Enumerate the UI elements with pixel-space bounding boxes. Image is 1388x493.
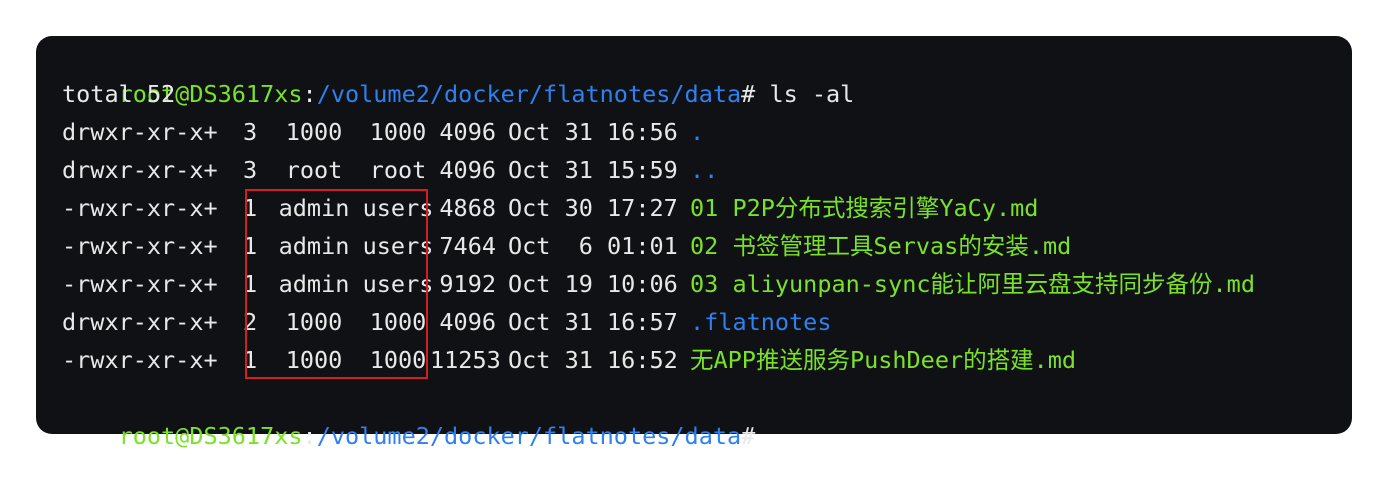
- command-text: ls -al: [755, 80, 855, 108]
- prompt-symbol: #: [741, 422, 756, 450]
- row-name: .flatnotes: [690, 308, 832, 336]
- row-date: Oct 31 16:56: [508, 118, 678, 146]
- row-perms: drwxr-xr-x+: [62, 308, 218, 336]
- row-size: 4096: [439, 308, 496, 336]
- row-perms: -rwxr-xr-x+: [62, 270, 218, 298]
- row-links: 3: [243, 156, 258, 184]
- prompt-path: /volume2/docker/flatnotes/data: [316, 422, 742, 450]
- row-name: 01 P2P分布式搜索引擎YaCy.md: [690, 194, 1039, 222]
- prompt-line-idle[interactable]: root@DS3617xs:/volume2/docker/flatnotes/…: [62, 379, 756, 450]
- row-perms: drwxr-xr-x+: [62, 156, 218, 184]
- row-date: Oct 19 10:06: [508, 270, 678, 298]
- total-line: total 52: [62, 80, 176, 108]
- row-size: 7464: [439, 232, 496, 260]
- prompt-user-host: root@DS3617xs: [118, 422, 303, 450]
- row-name: 无APP推送服务PushDeer的搭建.md: [690, 346, 1077, 374]
- row-size: 11253: [430, 346, 501, 374]
- row-name: ..: [690, 156, 719, 184]
- row-size: 9192: [439, 270, 496, 298]
- row-date: Oct 31 16:57: [508, 308, 678, 336]
- prompt-path: /volume2/docker/flatnotes/data: [316, 80, 742, 108]
- listing-row: drwxr-xr-x+ 3 1000 1000 4096 Oct 31 16:56.: [62, 113, 1332, 151]
- listing-row: drwxr-xr-x+ 3 root root 4096 Oct 31 15:59..: [62, 151, 1332, 189]
- row-perms: -rwxr-xr-x+: [62, 346, 218, 374]
- row-name: .: [690, 118, 705, 146]
- row-perms: -rwxr-xr-x+: [62, 232, 218, 260]
- owner-group-highlight-box: [245, 189, 428, 379]
- row-size: 4096: [439, 156, 496, 184]
- row-size: 4096: [439, 118, 496, 146]
- row-perms: drwxr-xr-x+: [62, 118, 218, 146]
- prompt-line-command: root@DS3617xs:/volume2/docker/flatnotes/…: [62, 37, 855, 108]
- row-perms: -rwxr-xr-x+: [62, 194, 218, 222]
- row-group: root: [369, 156, 427, 184]
- row-date: Oct 6 01:01: [508, 232, 678, 260]
- row-name: 02 书签管理工具Servas的安装.md: [690, 232, 1072, 260]
- row-size: 4868: [439, 194, 496, 222]
- row-group: 1000: [369, 118, 427, 146]
- terminal-window[interactable]: root@DS3617xs:/volume2/docker/flatnotes/…: [36, 36, 1352, 450]
- row-date: Oct 31 15:59: [508, 156, 678, 184]
- row-name: 03 aliyunpan-sync能让阿里云盘支持同步备份.md: [690, 270, 1255, 298]
- prompt-separator: :: [302, 80, 317, 108]
- row-date: Oct 31 16:52: [508, 346, 678, 374]
- prompt-symbol: #: [741, 80, 756, 108]
- row-links: 3: [243, 118, 258, 146]
- row-owner: 1000: [285, 118, 343, 146]
- prompt-separator: :: [302, 422, 317, 450]
- row-owner: root: [285, 156, 343, 184]
- row-date: Oct 30 17:27: [508, 194, 678, 222]
